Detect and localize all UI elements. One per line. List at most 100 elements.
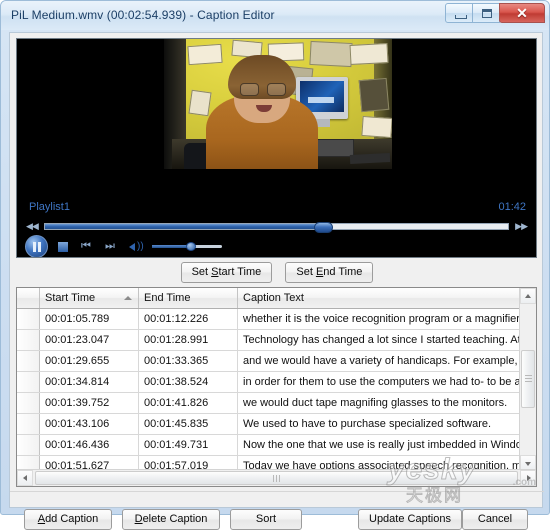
set-start-time-button[interactable]: Set Start Time [180, 262, 273, 283]
cell-start-time[interactable]: 00:01:05.789 [39, 308, 139, 330]
cell-end-time[interactable]: 00:01:28.991 [138, 329, 238, 351]
cell-caption-text[interactable]: in order for them to use the computers w… [237, 371, 536, 393]
cell-caption-text[interactable]: we would duct tape magnifing glasses to … [237, 392, 536, 414]
seek-bar-row: ◀◀ ▶▶ [17, 217, 536, 236]
sort-ascending-icon [124, 296, 132, 300]
maximize-icon [482, 9, 492, 18]
previous-track-icon[interactable]: ⏮ [81, 241, 93, 252]
scroll-right-arrow-icon[interactable] [520, 470, 536, 486]
update-captions-button[interactable]: Update Captions [358, 509, 462, 530]
fast-forward-icon[interactable]: ▶▶ [515, 221, 528, 232]
video-player-panel: Playlist1 01:42 ◀◀ ▶▶ ⏮ ⏭ )) [16, 38, 537, 258]
cancel-button[interactable]: Cancel [462, 509, 528, 530]
playback-controls: ⏮ ⏭ )) [17, 235, 536, 257]
set-time-toolbar: Set Start Time Set End Time [10, 262, 544, 283]
scroll-left-arrow-icon[interactable] [17, 470, 33, 486]
row-selector-cell[interactable] [17, 329, 40, 351]
grid-horizontal-scrollbar[interactable] [17, 469, 536, 486]
table-row[interactable]: 00:01:34.814 00:01:38.524 in order for t… [17, 371, 536, 393]
minimize-icon [455, 15, 467, 19]
column-header-start-time[interactable]: Start Time [39, 288, 139, 309]
board-poster [188, 89, 212, 117]
cell-caption-text[interactable]: We used to have to purchase specialized … [237, 413, 536, 435]
bottom-action-bar: Add Caption Delete Caption Sort Update C… [10, 493, 544, 530]
table-row[interactable]: 00:01:39.752 00:01:41.826 we would duct … [17, 392, 536, 414]
vertical-scroll-thumb[interactable] [521, 350, 535, 408]
scroll-up-arrow-icon[interactable] [520, 288, 536, 304]
seek-thumb[interactable] [313, 222, 333, 233]
rewind-icon[interactable]: ◀◀ [26, 221, 39, 232]
cell-end-time[interactable]: 00:01:45.835 [138, 413, 238, 435]
table-header: Start Time End Time Caption Text [17, 288, 536, 309]
cell-start-time[interactable]: 00:01:39.752 [39, 392, 139, 414]
captions-table: Start Time End Time Caption Text 00:01:0… [17, 288, 536, 486]
board-poster [358, 77, 390, 113]
cell-caption-text[interactable]: whether it is the voice recognition prog… [237, 308, 536, 330]
pause-button[interactable] [25, 235, 48, 257]
column-header-caption-text[interactable]: Caption Text [237, 288, 536, 309]
cell-end-time[interactable]: 00:01:41.826 [138, 392, 238, 414]
maximize-button[interactable] [472, 3, 500, 23]
seek-slider[interactable] [44, 222, 509, 233]
board-poster [187, 43, 223, 66]
column-header-end-time[interactable]: End Time [138, 288, 238, 309]
row-selector-cell[interactable] [17, 371, 40, 393]
cell-caption-text[interactable]: Now the one that we use is really just i… [237, 434, 536, 456]
window-controls: ✕ [445, 3, 545, 23]
volume-fill [152, 245, 191, 248]
cell-end-time[interactable]: 00:01:49.731 [138, 434, 238, 456]
row-selector-cell[interactable] [17, 392, 40, 414]
cell-start-time[interactable]: 00:01:43.106 [39, 413, 139, 435]
row-selector-cell[interactable] [17, 350, 40, 372]
row-selector-cell[interactable] [17, 434, 40, 456]
table-row[interactable]: 00:01:46.436 00:01:49.731 Now the one th… [17, 434, 536, 456]
cell-start-time[interactable]: 00:01:46.436 [39, 434, 139, 456]
cell-start-time[interactable]: 00:01:29.655 [39, 350, 139, 372]
next-track-icon[interactable]: ⏭ [105, 241, 117, 252]
cell-caption-text[interactable]: Technology has changed a lot since I sta… [237, 329, 536, 351]
delete-caption-button[interactable]: Delete Caption [122, 509, 220, 530]
table-row[interactable]: 00:01:23.047 00:01:28.991 Technology has… [17, 329, 536, 351]
window-title: PiL Medium.wmv (00:02:54.939) - Caption … [11, 8, 275, 22]
cell-end-time[interactable]: 00:01:33.365 [138, 350, 238, 372]
video-frame-image [164, 39, 392, 169]
horizontal-scroll-thumb[interactable] [35, 471, 518, 485]
client-area: Playlist1 01:42 ◀◀ ▶▶ ⏮ ⏭ )) Set Start T… [9, 32, 544, 530]
grid-vertical-scrollbar[interactable] [519, 288, 536, 471]
set-end-time-button[interactable]: Set End Time [285, 262, 374, 283]
sort-button[interactable]: Sort [230, 509, 302, 530]
volume-icon[interactable]: )) [129, 240, 145, 253]
video-stage[interactable] [17, 39, 536, 199]
caption-editor-window: PiL Medium.wmv (00:02:54.939) - Caption … [0, 0, 550, 530]
table-body: 00:01:05.789 00:01:12.226 whether it is … [17, 308, 536, 486]
board-poster [361, 115, 392, 139]
title-bar: PiL Medium.wmv (00:02:54.939) - Caption … [1, 1, 549, 30]
board-poster [349, 43, 389, 65]
cell-caption-text[interactable]: and we would have a variety of handicaps… [237, 350, 536, 372]
volume-slider[interactable] [152, 242, 222, 251]
person-glasses [240, 83, 286, 96]
speaker-cone-icon [129, 243, 135, 251]
cell-start-time[interactable]: 00:01:23.047 [39, 329, 139, 351]
close-icon: ✕ [516, 5, 528, 21]
playlist-label: Playlist1 [29, 201, 70, 213]
table-row[interactable]: 00:01:43.106 00:01:45.835 We used to hav… [17, 413, 536, 435]
cell-end-time[interactable]: 00:01:12.226 [138, 308, 238, 330]
table-row[interactable]: 00:01:29.655 00:01:33.365 and we would h… [17, 350, 536, 372]
close-button[interactable]: ✕ [499, 3, 545, 23]
minimize-button[interactable] [445, 3, 473, 23]
row-selector-cell[interactable] [17, 413, 40, 435]
seek-progress-fill [45, 224, 323, 229]
row-selector-cell[interactable] [17, 308, 40, 330]
table-row[interactable]: 00:01:05.789 00:01:12.226 whether it is … [17, 308, 536, 330]
cell-start-time[interactable]: 00:01:34.814 [39, 371, 139, 393]
bottom-separator [10, 491, 544, 492]
captions-grid[interactable]: Start Time End Time Caption Text 00:01:0… [16, 287, 537, 487]
cell-end-time[interactable]: 00:01:38.524 [138, 371, 238, 393]
add-caption-button[interactable]: Add Caption [24, 509, 112, 530]
stop-button[interactable] [58, 242, 68, 252]
player-info-bar: Playlist1 01:42 [17, 199, 536, 217]
column-header-selector[interactable] [17, 288, 40, 309]
volume-thumb[interactable] [185, 242, 196, 251]
player-duration: 01:42 [498, 201, 526, 213]
